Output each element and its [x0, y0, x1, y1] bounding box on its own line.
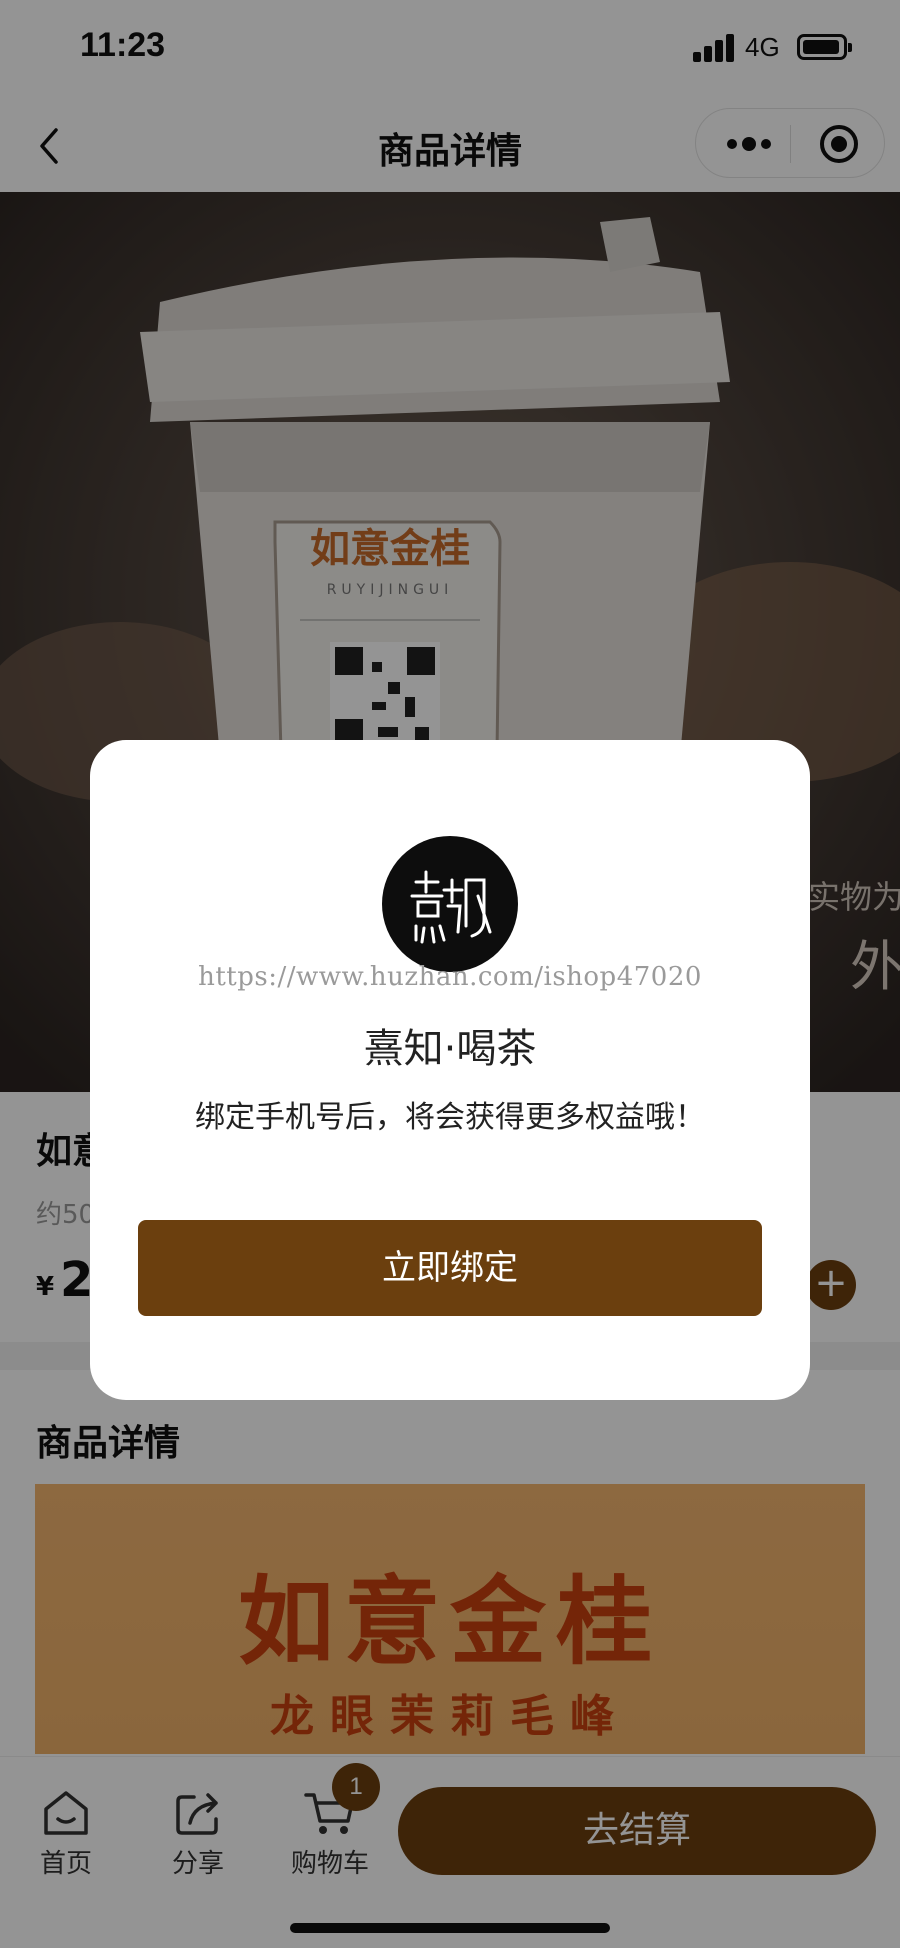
- bind-now-button[interactable]: 立即绑定: [138, 1220, 762, 1316]
- brand-logo: [382, 836, 518, 972]
- brand-logo-mark: [410, 870, 492, 944]
- watermark-url: https://www.huzhan.com/ishop47020: [198, 962, 702, 992]
- bind-phone-dialog: https://www.huzhan.com/ishop47020 熹知·喝茶 …: [90, 740, 810, 1400]
- dialog-message: 绑定手机号后，将会获得更多权益哦！: [195, 1100, 705, 1135]
- dialog-brand-name: 熹知·喝茶: [363, 1026, 537, 1072]
